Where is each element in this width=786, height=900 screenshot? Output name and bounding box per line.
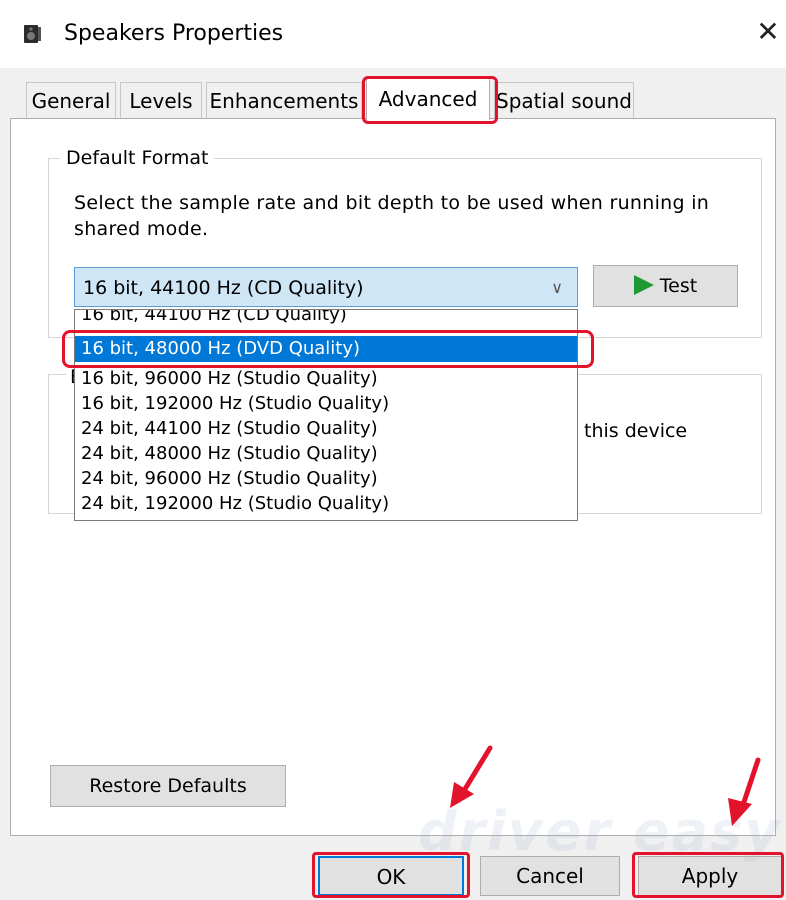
close-icon[interactable]: ✕ xyxy=(752,16,784,48)
dropdown-option[interactable]: 16 bit, 44100 Hz (CD Quality) xyxy=(75,310,577,328)
test-button[interactable]: Test xyxy=(593,265,738,307)
default-format-description: Select the sample rate and bit depth to … xyxy=(74,192,710,240)
dropdown-option[interactable]: 24 bit, 48000 Hz (Studio Quality) xyxy=(75,441,577,467)
tab-advanced[interactable]: Advanced xyxy=(366,76,490,120)
sample-rate-combobox[interactable]: 16 bit, 44100 Hz (CD Quality) ∨ xyxy=(74,267,578,307)
dropdown-option[interactable]: 24 bit, 44100 Hz (Studio Quality) xyxy=(75,416,577,442)
test-button-label: Test xyxy=(659,275,698,297)
window-title: Speakers Properties xyxy=(64,21,284,46)
sample-rate-dropdown-list: 16 bit, 44100 Hz (CD Quality) 16 bit, 48… xyxy=(74,309,578,521)
red-arrow-icon xyxy=(450,745,493,808)
tab-general[interactable]: General xyxy=(26,82,116,118)
play-icon xyxy=(633,274,654,295)
tab-levels[interactable]: Levels xyxy=(120,82,202,118)
tab-enhancements[interactable]: Enhancements xyxy=(206,82,362,118)
tab-spatial-sound[interactable]: Spatial sound xyxy=(494,82,634,118)
dropdown-option[interactable]: 24 bit, 96000 Hz (Studio Quality) xyxy=(75,466,577,492)
red-arrow-icon xyxy=(728,757,761,826)
dropdown-option[interactable]: 16 bit, 192000 Hz (Studio Quality) xyxy=(75,391,577,417)
default-format-title: Default Format xyxy=(60,146,215,170)
dropdown-option-selected[interactable]: 16 bit, 48000 Hz (DVD Quality) xyxy=(75,336,577,362)
speaker-icon xyxy=(24,25,41,43)
combobox-value: 16 bit, 44100 Hz (CD Quality) xyxy=(83,277,364,299)
exclusive-mode-text-fragment: this device xyxy=(584,420,688,442)
dropdown-option[interactable]: 16 bit, 96000 Hz (Studio Quality) xyxy=(75,366,577,392)
dropdown-option[interactable]: 24 bit, 192000 Hz (Studio Quality) xyxy=(75,491,577,517)
chevron-down-icon: ∨ xyxy=(551,278,563,297)
restore-defaults-button[interactable]: Restore Defaults xyxy=(50,765,286,807)
